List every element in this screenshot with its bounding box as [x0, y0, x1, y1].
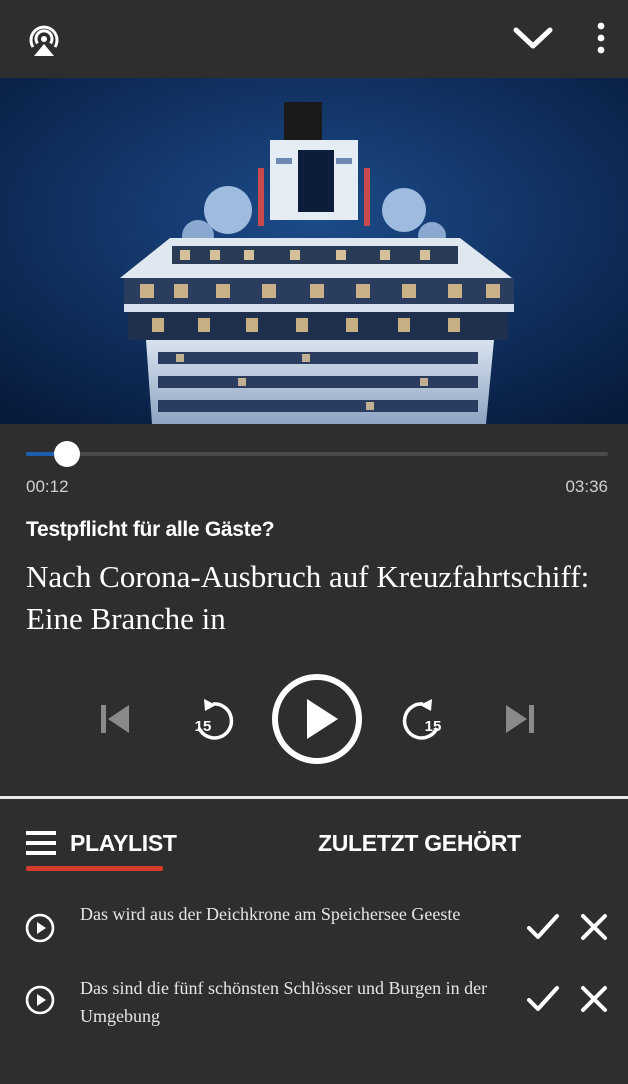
chevron-down-icon[interactable] — [512, 24, 554, 52]
current-time: 00:12 — [26, 477, 69, 496]
tab-playlist-label: PLAYLIST — [70, 830, 177, 856]
check-icon[interactable] — [526, 912, 560, 942]
list-item-title: Das wird aus der Deichkrone am Speichers… — [80, 904, 461, 924]
cruise-ship-illustration — [0, 78, 628, 424]
more-vertical-icon[interactable] — [592, 20, 610, 56]
play-circle-icon[interactable] — [24, 984, 56, 1016]
forward-seconds: 15 — [425, 718, 442, 735]
play-circle-icon[interactable] — [24, 912, 56, 944]
tab-recent-label: ZULETZT GEHÖRT — [318, 830, 521, 856]
rewind-seconds: 15 — [195, 718, 212, 735]
hamburger-icon — [26, 831, 56, 855]
top-bar — [0, 0, 628, 78]
forward-15-icon[interactable]: 15 — [396, 698, 446, 742]
close-icon[interactable] — [580, 913, 608, 941]
skip-next-icon[interactable] — [503, 702, 537, 736]
progress-track — [26, 452, 608, 456]
close-icon[interactable] — [580, 985, 608, 1013]
tab-bar: PLAYLIST ZULETZT GEHÖRT — [0, 820, 628, 880]
list-item-title: Das sind die fünf schönsten Schlösser un… — [80, 978, 488, 1026]
episode-image — [0, 78, 628, 424]
playback-controls: 15 15 — [0, 670, 628, 770]
section-divider — [0, 796, 628, 799]
progress-thumb[interactable] — [53, 441, 80, 467]
list-item[interactable]: Das wird aus der Deichkrone am Speichers… — [0, 898, 628, 968]
active-tab-indicator — [26, 866, 163, 871]
play-icon[interactable] — [270, 672, 364, 766]
check-icon[interactable] — [526, 984, 560, 1014]
duration: 03:36 — [565, 477, 608, 496]
rewind-15-icon[interactable]: 15 — [190, 698, 240, 742]
skip-previous-icon[interactable] — [98, 702, 132, 736]
airplay-icon[interactable] — [26, 22, 62, 58]
list-item[interactable]: Das sind die fünf schönsten Schlösser un… — [0, 972, 628, 1042]
progress-bar[interactable] — [26, 441, 608, 467]
episode-kicker: Testpflicht für alle Gäste? — [26, 518, 275, 541]
tab-recently-played[interactable]: ZULETZT GEHÖRT — [318, 830, 521, 857]
episode-title: Nach Corona-Ausbruch auf Kreuzfahrtschif… — [26, 559, 590, 636]
